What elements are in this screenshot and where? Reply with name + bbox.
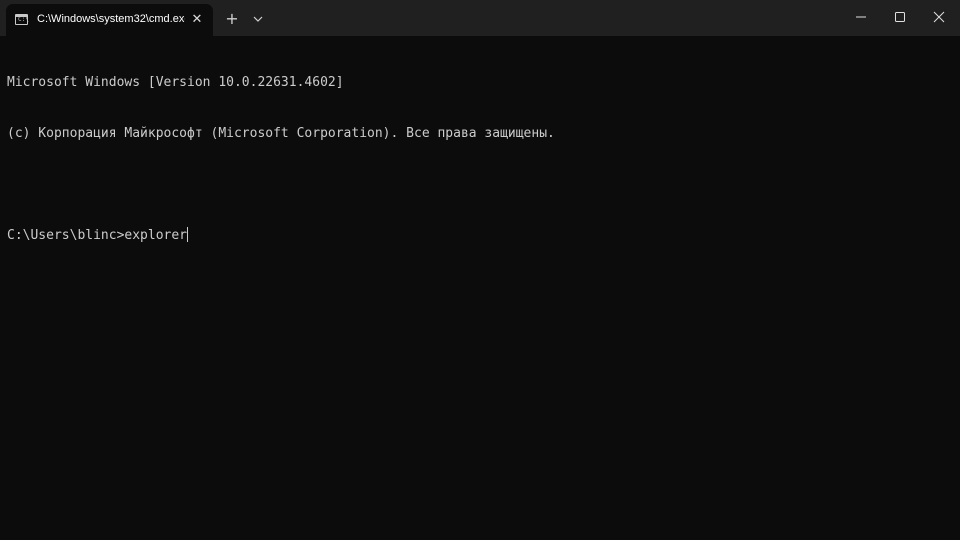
terminal-window: C:\ C:\Windows\system32\cmd.exe ✕ + Micr… [0, 0, 960, 540]
tab-dropdown-button[interactable] [250, 9, 266, 29]
tab-cmd[interactable]: C:\ C:\Windows\system32\cmd.exe ✕ [6, 4, 213, 36]
text-cursor [187, 227, 189, 242]
maximize-icon [895, 12, 905, 22]
close-button[interactable] [916, 0, 960, 34]
minimize-icon [856, 16, 866, 18]
close-icon [933, 11, 945, 23]
cmd-prompt-icon-text: C:\ [18, 16, 29, 23]
cmd-prompt-icon: C:\ [15, 14, 29, 25]
tab-title: C:\Windows\system32\cmd.exe [37, 13, 185, 25]
console-line-copyright: (c) Корпорация Майкрософт (Microsoft Cor… [7, 126, 555, 141]
new-tab-button[interactable]: + [222, 9, 242, 29]
console-output[interactable]: Microsoft Windows [Version 10.0.22631.46… [7, 40, 953, 278]
console-line-prompt[interactable]: C:\Users\blinc>explorer [7, 227, 953, 244]
command-prompt-text: C:\Users\blinc>explorer [7, 228, 188, 243]
title-bar[interactable]: C:\ C:\Windows\system32\cmd.exe ✕ + [0, 0, 960, 36]
chevron-down-icon [253, 16, 263, 22]
tab-close-icon[interactable]: ✕ [189, 12, 205, 28]
console-line-version: Microsoft Windows [Version 10.0.22631.46… [7, 75, 344, 90]
